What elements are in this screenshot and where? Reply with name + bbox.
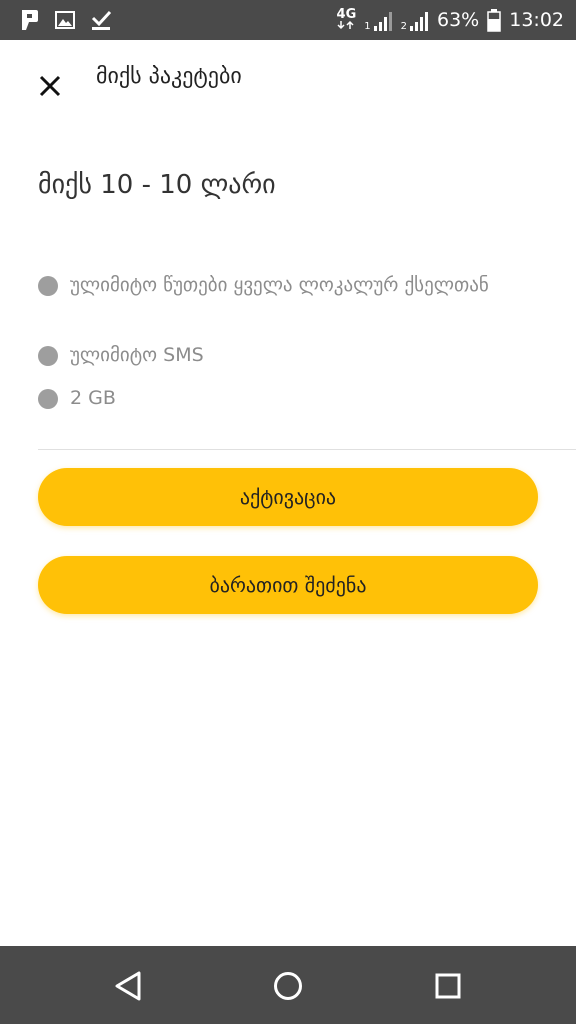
signal-icon (410, 12, 428, 31)
list-item: ულიმიტო წუთები ყველა ლოკალურ ქსელთან (38, 272, 538, 330)
package-title: მიქს 10 - 10 ლარი (38, 170, 276, 200)
sim1-label: 1 (364, 21, 371, 32)
close-button[interactable] (32, 68, 68, 104)
sim1-signal: 1 (364, 8, 392, 32)
sim2-signal: 2 (401, 8, 429, 32)
home-button[interactable] (266, 964, 310, 1008)
bullet-dot-icon (38, 346, 58, 366)
back-triangle-icon (115, 971, 141, 1001)
status-right-icons: 4G 1 2 63% 13:02 (337, 0, 564, 40)
back-button[interactable] (106, 964, 150, 1008)
network-type: 4G (336, 7, 357, 30)
recent-square-icon (435, 973, 461, 999)
sim2-label: 2 (400, 21, 407, 32)
network-type-label: 4G (336, 7, 357, 22)
app-p-icon (18, 8, 40, 32)
app-header: მიქს პაკეტები (0, 40, 576, 120)
screen: 4G 1 2 63% 13:02 მიქს პაკეტები მიქს 10 -… (0, 0, 576, 1024)
divider (38, 449, 576, 450)
close-icon (39, 75, 61, 97)
system-navigation-bar (0, 946, 576, 1024)
feature-text: ულიმიტო წუთები ყველა ლოკალურ ქსელთან (70, 274, 489, 296)
clock: 13:02 (509, 9, 564, 31)
feature-text: 2 GB (70, 387, 116, 409)
package-features-list: ულიმიტო წუთები ყველა ლოკალურ ქსელთან ული… (38, 272, 538, 417)
battery-percent: 63% (437, 9, 480, 31)
status-bar: 4G 1 2 63% 13:02 (0, 0, 576, 40)
feature-text: ულიმიტო SMS (70, 344, 204, 366)
battery-icon (487, 8, 501, 32)
image-icon (54, 9, 76, 31)
signal-icon (373, 12, 392, 31)
status-left-icons (18, 6, 112, 34)
activate-button[interactable]: აქტივაცია (38, 468, 538, 526)
buy-with-card-button[interactable]: ბარათით შეძენა (38, 556, 538, 614)
home-circle-icon (274, 972, 302, 1000)
list-item: 2 GB (38, 385, 538, 417)
bullet-dot-icon (38, 389, 58, 409)
data-arrows-icon (337, 20, 354, 30)
recent-apps-button[interactable] (426, 964, 470, 1008)
bullet-dot-icon (38, 276, 58, 296)
download-done-icon (90, 8, 112, 32)
list-item: ულიმიტო SMS (38, 342, 538, 374)
page-title: მიქს პაკეტები (96, 64, 242, 89)
